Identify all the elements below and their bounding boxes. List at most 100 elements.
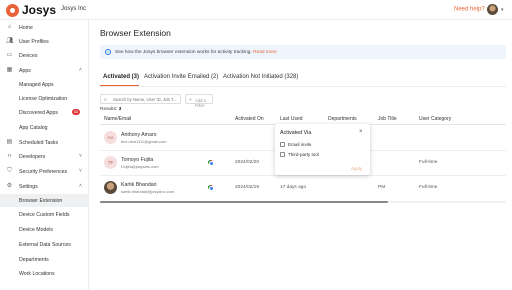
chevron-up-icon: ˄ bbox=[79, 183, 82, 189]
sidebar-item-label: Device Models bbox=[19, 227, 54, 233]
sidebar-item-label: License Optimization bbox=[19, 96, 68, 102]
sidebar-item-work-locations[interactable]: Work Locations bbox=[0, 267, 89, 280]
sidebar-item-label: Scheduled Tasks bbox=[19, 140, 59, 146]
home-icon: ⌂ bbox=[7, 24, 12, 30]
laptop-icon: ▭ bbox=[6, 52, 13, 58]
column-header-departments[interactable]: Departments bbox=[328, 116, 357, 122]
code-icon: ‹› bbox=[7, 153, 12, 159]
sidebar-item-label: Devices bbox=[19, 53, 38, 59]
avatar: AA bbox=[104, 131, 117, 144]
sidebar-item-browser-extension[interactable]: Browser Extension bbox=[0, 194, 89, 207]
read-more-link[interactable]: Read more bbox=[253, 50, 277, 55]
sidebar-item-label: App Catalog bbox=[19, 125, 48, 131]
sidebar-item-home[interactable]: ⌂ Home bbox=[0, 21, 89, 34]
tabs-divider bbox=[100, 86, 506, 87]
user-avatar[interactable] bbox=[487, 4, 498, 15]
activated-on-cell: 2024/02/19 bbox=[235, 185, 260, 190]
user-name[interactable]: Anthony Amaro bbox=[121, 132, 156, 138]
filter-option-email-invite[interactable]: Email invite bbox=[278, 140, 367, 149]
column-header-job-title[interactable]: Job Title bbox=[378, 116, 397, 122]
filter-option-label: Email invite bbox=[288, 142, 312, 147]
tab-activation-invite-emailed[interactable]: Activation Invite Emailed (2) bbox=[144, 74, 218, 80]
user-email: kartik.bhandari@josysinc.com bbox=[121, 189, 175, 194]
sidebar-item-label: Home bbox=[19, 25, 33, 31]
page-title: Browser Extension bbox=[100, 28, 171, 38]
tab-activation-not-initiated[interactable]: Activation Not Initiated (328) bbox=[223, 74, 298, 80]
calendar-icon: ▤ bbox=[6, 139, 13, 145]
sidebar-item-license-optimization[interactable]: License Optimization bbox=[0, 92, 89, 105]
user-email: tech.test1111@gmail.com bbox=[121, 139, 167, 144]
horizontal-scrollbar-thumb[interactable] bbox=[100, 201, 388, 203]
popover-title: Activated Via bbox=[280, 130, 312, 136]
table-row[interactable]: Kartik Bhandari kartik.bhandari@josysinc… bbox=[100, 176, 506, 200]
tab-activated[interactable]: Activated (3) bbox=[103, 74, 139, 80]
last-used-cell: 17 days ago bbox=[280, 185, 307, 190]
user-category-cell: Full-time bbox=[419, 185, 438, 190]
chevron-down-icon: ˅ bbox=[79, 153, 82, 159]
sidebar-item-label: Security Preferences bbox=[19, 169, 68, 175]
info-banner: i See how the Josys browser extension wo… bbox=[100, 45, 506, 59]
column-header-activated-on[interactable]: Activated On bbox=[235, 116, 264, 122]
chevron-down-icon[interactable]: ▾ bbox=[501, 7, 504, 13]
sidebar-item-user-profiles[interactable]: 👥︎ User Profiles bbox=[0, 35, 89, 48]
results-value: 3 bbox=[118, 107, 122, 112]
plus-icon: + bbox=[189, 96, 192, 103]
sidebar-item-discovered-apps[interactable]: Discovered Apps 32 bbox=[0, 106, 89, 119]
info-text: See how the Josys browser extension work… bbox=[115, 49, 252, 55]
filter-option-third-party-tool[interactable]: Third-party tool bbox=[278, 150, 367, 159]
user-name[interactable]: Tomoyo Fujita bbox=[121, 157, 153, 163]
sidebar-item-device-custom-fields[interactable]: Device Custom Fields bbox=[0, 208, 89, 221]
add-filter-label: Add a Filter bbox=[195, 97, 206, 108]
sidebar-item-apps[interactable]: ▦ Apps ˄ bbox=[0, 64, 89, 77]
sidebar-item-label: Browser Extension bbox=[19, 198, 63, 204]
sidebar-item-label: Device Custom Fields bbox=[19, 212, 70, 218]
sidebar-item-scheduled-tasks[interactable]: ▤ Scheduled Tasks bbox=[0, 136, 89, 149]
close-icon[interactable]: × bbox=[359, 129, 363, 135]
column-header-name-email[interactable]: Name/Email bbox=[104, 116, 131, 122]
main-content: Browser Extension i See how the Josys br… bbox=[90, 20, 512, 290]
checkbox[interactable] bbox=[280, 152, 285, 157]
sidebar-item-label: User Profiles bbox=[19, 39, 49, 45]
search-box[interactable]: ⌕ bbox=[100, 94, 181, 104]
info-icon: i bbox=[105, 49, 111, 55]
search-input[interactable] bbox=[113, 97, 179, 102]
sidebar-item-devices[interactable]: ▭ Devices bbox=[0, 49, 89, 62]
user-email: t.fujita@josysinc.com bbox=[121, 164, 159, 169]
activated-via-filter-popover: Activated Via × Email invite Third-party… bbox=[275, 124, 370, 175]
count-badge: 32 bbox=[72, 109, 80, 115]
shield-icon: ⛉ bbox=[7, 168, 12, 174]
column-header-user-category[interactable]: User Category bbox=[419, 116, 451, 122]
sidebar-item-security-preferences[interactable]: ⛉ Security Preferences ˅ bbox=[0, 165, 89, 178]
search-icon: ⌕ bbox=[104, 97, 107, 103]
sidebar-item-label: Departments bbox=[19, 257, 49, 263]
results-label: Results: bbox=[100, 107, 118, 112]
need-help-label: Need help? bbox=[454, 6, 485, 13]
josys-logo[interactable]: Josys bbox=[6, 3, 56, 17]
chrome-icon bbox=[208, 185, 214, 191]
checkbox[interactable] bbox=[280, 142, 285, 147]
sidebar-item-departments[interactable]: Departments bbox=[0, 253, 89, 266]
sidebar-item-device-models[interactable]: Device Models bbox=[0, 223, 89, 236]
chevron-down-icon: ˅ bbox=[79, 168, 82, 174]
apply-button[interactable]: Apply bbox=[351, 166, 362, 171]
column-header-last-used[interactable]: Last Used bbox=[280, 116, 303, 122]
sidebar-item-external-data-sources[interactable]: External Data Sources bbox=[0, 238, 89, 251]
user-name[interactable]: Kartik Bhandari bbox=[121, 182, 156, 188]
avatar bbox=[104, 181, 117, 194]
logo-text: Josys bbox=[22, 3, 57, 17]
sidebar-item-label: Work Locations bbox=[19, 271, 55, 277]
sidebar-item-managed-apps[interactable]: Managed Apps bbox=[0, 78, 89, 91]
sidebar-item-label: Settings bbox=[19, 184, 38, 190]
job-title-cell: PM bbox=[378, 185, 386, 190]
gear-icon: ⚙ bbox=[6, 183, 13, 189]
add-filter-button[interactable]: + Add a Filter bbox=[185, 94, 213, 108]
table-header: Name/Email Activated On Last Used Depart… bbox=[100, 116, 506, 123]
sidebar-item-label: Discovered Apps bbox=[19, 110, 58, 116]
sidebar-item-label: Apps bbox=[19, 68, 31, 74]
sidebar-item-app-catalog[interactable]: App Catalog bbox=[0, 121, 89, 134]
user-category-cell: Full-time bbox=[419, 160, 438, 165]
sidebar-item-settings[interactable]: ⚙ Settings ˄ bbox=[0, 180, 89, 193]
org-name: Josys Inc bbox=[61, 6, 87, 12]
sidebar-item-developers[interactable]: ‹› Developers ˅ bbox=[0, 150, 89, 163]
grid-icon: ▦ bbox=[6, 67, 13, 73]
